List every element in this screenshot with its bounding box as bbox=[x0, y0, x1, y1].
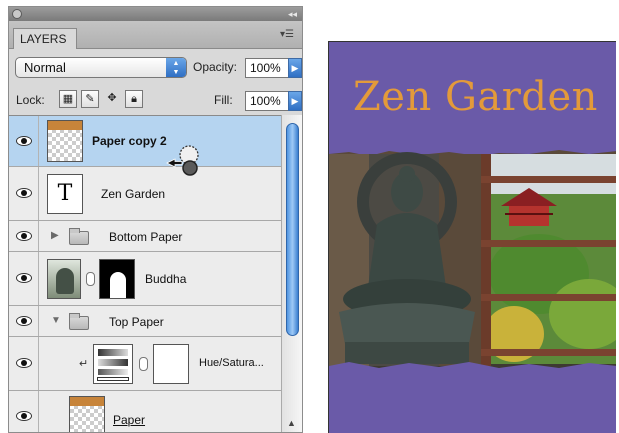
layer-row-buddha[interactable]: Buddha bbox=[9, 252, 281, 306]
eye-icon bbox=[16, 136, 32, 146]
visibility-toggle[interactable] bbox=[9, 116, 39, 166]
layer-mask-thumbnail[interactable] bbox=[153, 344, 189, 384]
tab-strip: LAYERS ▾☰ bbox=[9, 21, 302, 49]
lock-position-icon[interactable]: ✥ bbox=[103, 90, 121, 108]
chevron-updown-icon: ▲ ▼ bbox=[166, 58, 186, 77]
layer-name[interactable]: Paper bbox=[113, 413, 145, 427]
layer-name[interactable]: Zen Garden bbox=[101, 187, 165, 201]
folder-icon bbox=[69, 313, 89, 330]
text-layer-icon: T bbox=[47, 174, 83, 214]
layer-mask-thumbnail[interactable] bbox=[99, 259, 135, 299]
scrollbar-thumb[interactable] bbox=[286, 123, 299, 336]
layer-name[interactable]: Paper copy 2 bbox=[92, 134, 167, 148]
layer-name[interactable]: Buddha bbox=[145, 272, 186, 286]
visibility-toggle[interactable] bbox=[9, 306, 39, 336]
clipping-arrow-icon: ↵ bbox=[79, 358, 89, 370]
lock-all-icon[interactable]: 🔒︎ bbox=[125, 90, 143, 108]
disclosure-collapsed-icon[interactable]: ▶ bbox=[51, 230, 59, 241]
layer-row-zen-garden[interactable]: T Zen Garden bbox=[9, 167, 281, 221]
layer-name[interactable]: Bottom Paper bbox=[109, 230, 182, 244]
visibility-toggle[interactable] bbox=[9, 391, 39, 432]
eye-icon bbox=[16, 231, 32, 241]
visibility-toggle[interactable] bbox=[9, 337, 39, 390]
blend-mode-value: Normal bbox=[24, 60, 66, 75]
layer-row-paper-copy-2[interactable]: Paper copy 2 bbox=[9, 116, 281, 167]
eye-icon bbox=[16, 358, 32, 368]
layer-list: Paper copy 2 T Zen Garden ▶ Bottom Paper bbox=[9, 115, 281, 432]
composite-photo bbox=[329, 144, 616, 372]
buddha-garden-image bbox=[329, 144, 616, 372]
adjustment-layer-icon bbox=[93, 344, 133, 384]
disclosure-expanded-icon[interactable]: ▼ bbox=[51, 315, 61, 326]
fill-input[interactable]: 100% bbox=[245, 91, 291, 111]
eye-icon bbox=[16, 273, 32, 283]
blend-mode-select[interactable]: Normal ▲ ▼ bbox=[15, 57, 187, 78]
tab-layers[interactable]: LAYERS bbox=[13, 28, 77, 49]
canvas-title-text: Zen Garden bbox=[353, 74, 598, 120]
layer-row-top-paper[interactable]: ▼ Top Paper bbox=[9, 306, 281, 337]
lock-label: Lock: bbox=[16, 93, 45, 107]
opacity-label: Opacity: bbox=[193, 60, 238, 74]
lock-transparent-icon[interactable]: ▦ bbox=[59, 90, 77, 108]
layer-thumbnail bbox=[47, 259, 81, 299]
layer-thumbnail bbox=[69, 396, 105, 432]
chain-link-icon[interactable] bbox=[139, 357, 148, 371]
layer-row-bottom-paper[interactable]: ▶ Bottom Paper bbox=[9, 221, 281, 252]
visibility-toggle[interactable] bbox=[9, 221, 39, 251]
lock-image-icon[interactable]: ✎ bbox=[81, 90, 99, 108]
close-icon[interactable] bbox=[12, 9, 22, 19]
drag-hand-cursor-icon bbox=[166, 145, 199, 176]
layer-row-hue-saturation[interactable]: ↵ Hue/Satura... bbox=[9, 337, 281, 391]
fill-label: Fill: bbox=[214, 93, 233, 107]
eye-icon bbox=[16, 316, 32, 326]
collapse-icon[interactable]: ◂◂ bbox=[288, 7, 297, 21]
fill-arrow-icon[interactable]: ▶ bbox=[288, 91, 302, 111]
layer-name[interactable]: Hue/Satura... bbox=[199, 357, 264, 369]
eye-icon bbox=[16, 188, 32, 198]
panel-titlebar[interactable]: ◂◂ bbox=[9, 7, 302, 21]
folder-icon bbox=[69, 228, 89, 245]
layers-scrollbar[interactable]: ▲ bbox=[281, 115, 302, 432]
document-canvas[interactable]: Zen Garden bbox=[328, 41, 616, 433]
scroll-up-arrow-icon[interactable]: ▲ bbox=[287, 418, 296, 428]
visibility-toggle[interactable] bbox=[9, 252, 39, 305]
chain-link-icon[interactable] bbox=[86, 272, 95, 286]
eye-icon bbox=[16, 411, 32, 421]
opacity-arrow-icon[interactable]: ▶ bbox=[288, 58, 302, 78]
layer-name[interactable]: Top Paper bbox=[109, 315, 164, 329]
layer-thumbnail bbox=[47, 120, 83, 162]
opacity-input[interactable]: 100% bbox=[245, 58, 291, 78]
visibility-toggle[interactable] bbox=[9, 167, 39, 220]
panel-menu-icon[interactable]: ▾☰ bbox=[280, 29, 294, 40]
layer-row-paper[interactable]: Paper bbox=[9, 391, 281, 432]
layers-panel: ◂◂ LAYERS ▾☰ Normal ▲ ▼ Opacity: 100% ▶ L… bbox=[8, 6, 303, 433]
